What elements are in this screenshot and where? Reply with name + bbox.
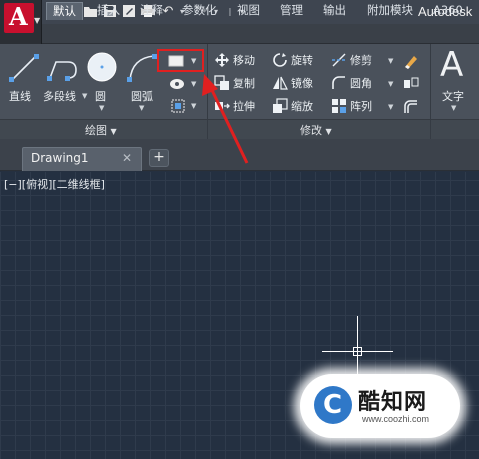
array-button[interactable]: 阵列	[331, 98, 372, 116]
save-as-icon[interactable]	[121, 4, 137, 20]
application-menu-button[interactable]: A ▼	[0, 0, 42, 44]
panel-divider	[207, 44, 208, 139]
chevron-down-icon: ▼	[110, 127, 117, 136]
arc-icon[interactable]	[126, 52, 158, 84]
panel-divider	[430, 44, 431, 139]
trim-icon	[332, 53, 346, 67]
tab-view[interactable]: 视图	[237, 2, 260, 20]
mirror-button[interactable]: 镜像	[272, 75, 313, 93]
tab-output[interactable]: 输出	[323, 2, 346, 20]
viewport-controls[interactable]: [−][俯视][二维线框]	[4, 176, 105, 192]
erase-icon[interactable]	[402, 52, 420, 70]
tab-manage[interactable]: 管理	[280, 2, 303, 20]
separator-icon: |	[228, 7, 232, 16]
move-icon	[215, 53, 229, 67]
rotate-icon	[273, 53, 287, 67]
file-tab-label: Drawing1	[31, 151, 89, 165]
watermark-title: 酷知网	[358, 390, 428, 415]
circle-icon[interactable]	[86, 50, 118, 84]
close-icon[interactable]: ✕	[122, 151, 132, 165]
chevron-down-icon[interactable]: ▼	[451, 104, 456, 112]
circle-tool-label[interactable]: 圆	[95, 88, 106, 104]
explode-icon[interactable]	[402, 75, 420, 93]
chevron-down-icon: ▼	[325, 127, 332, 136]
file-tab-drawing1[interactable]: Drawing1 ✕	[22, 147, 142, 171]
fillet-button[interactable]: 圆角	[331, 75, 372, 93]
line-icon[interactable]	[8, 52, 40, 84]
modify-panel-title[interactable]: 修改 ▼	[300, 122, 332, 138]
offset-icon[interactable]	[402, 98, 420, 116]
chevron-down-icon[interactable]: ▼	[388, 80, 393, 88]
copy-button[interactable]: 复制	[214, 75, 255, 93]
line-tool-label[interactable]: 直线	[9, 88, 31, 104]
chevron-down-icon[interactable]: ▼	[388, 57, 393, 65]
chevron-down-icon: ▼	[34, 16, 41, 25]
chevron-down-icon[interactable]: ▼	[191, 80, 196, 88]
coozhi-logo-icon: C	[314, 386, 352, 424]
stretch-button[interactable]: 拉伸	[214, 98, 255, 116]
polyline-icon[interactable]	[46, 52, 80, 84]
scale-button[interactable]: 缩放	[272, 98, 313, 116]
draw-panel-title[interactable]: 绘图 ▼	[85, 122, 117, 138]
stretch-icon	[215, 102, 230, 110]
tab-insert[interactable]: 插入	[97, 2, 120, 20]
tab-parametric[interactable]: 参数化	[182, 2, 217, 20]
chevron-down-icon[interactable]: ▼	[99, 104, 104, 112]
mirror-icon	[273, 76, 288, 90]
fillet-icon	[332, 76, 345, 89]
watermark: C 酷知网 www.coozhi.com	[300, 374, 460, 438]
rotate-button[interactable]: 旋转	[272, 52, 313, 70]
chevron-down-icon[interactable]: ▼	[139, 104, 144, 112]
move-button[interactable]: 移动	[214, 52, 255, 70]
text-tool-icon[interactable]: A	[440, 48, 463, 82]
chevron-down-icon[interactable]: ▼	[388, 103, 393, 111]
chevron-down-icon[interactable]: ▼	[82, 92, 87, 100]
watermark-url: www.coozhi.com	[362, 414, 430, 424]
tab-a360[interactable]: A360	[433, 2, 463, 20]
new-tab-button[interactable]: +	[149, 149, 169, 167]
arc-tool-label[interactable]: 圆弧	[131, 88, 153, 104]
tab-default[interactable]: 默认	[46, 2, 83, 20]
chevron-down-icon[interactable]: ▼	[191, 102, 196, 110]
ribbon-tab-strip	[42, 24, 479, 44]
copy-icon	[214, 75, 229, 90]
tab-addins[interactable]: 附加模块	[367, 2, 413, 20]
array-icon	[332, 99, 346, 113]
rectangle-tool-highlight	[157, 49, 204, 72]
scale-icon	[273, 98, 288, 113]
text-tool-label[interactable]: 文字	[442, 88, 464, 104]
ribbon-panel-title-bar	[0, 119, 479, 139]
boundary-icon[interactable]	[169, 97, 187, 115]
autocad-logo-letter: A	[9, 2, 28, 31]
trim-button[interactable]: 修剪	[331, 52, 372, 70]
tab-annotate[interactable]: 注释	[140, 2, 163, 20]
crosshair-pickbox	[353, 347, 362, 356]
hatch-icon[interactable]	[168, 77, 186, 91]
polyline-tool-label[interactable]: 多段线	[43, 88, 76, 104]
